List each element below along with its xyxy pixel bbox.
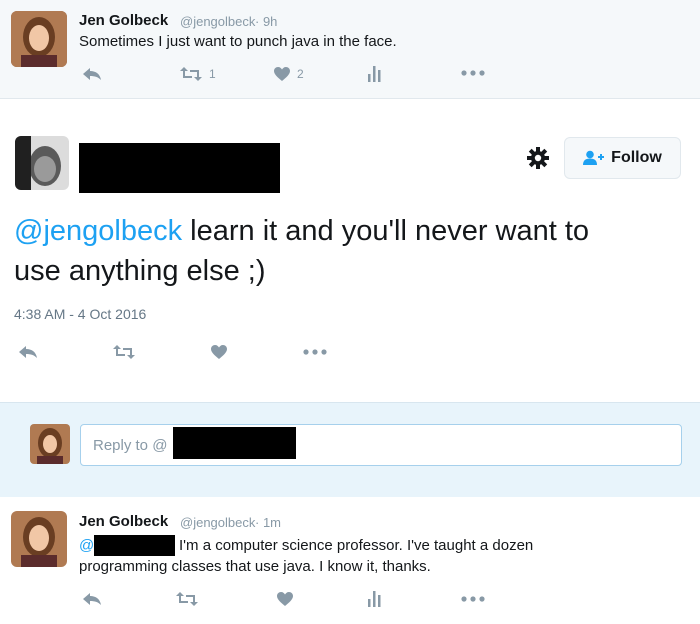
more-dots-icon	[303, 349, 327, 355]
reply-button[interactable]	[82, 591, 102, 607]
avatar-photo	[11, 511, 67, 567]
retweet-count: 1	[209, 67, 216, 81]
tweet-timestamp[interactable]: 4:38 AM - 4 Oct 2016	[14, 306, 146, 322]
heart-icon	[274, 67, 290, 81]
tweet-text-line2: programming classes that use java. I kno…	[79, 558, 431, 575]
like-count: 2	[297, 67, 304, 81]
analytics-icon	[368, 591, 381, 607]
mention-link[interactable]: @jengolbeck	[14, 215, 182, 247]
tweet-text-main: @jengolbeck learn it and you'll never wa…	[14, 211, 589, 291]
redacted-name	[79, 143, 280, 193]
mention-link[interactable]: @	[79, 537, 94, 554]
more-dots-icon	[461, 70, 485, 76]
reply-button[interactable]	[18, 344, 38, 360]
reply-icon	[19, 346, 37, 358]
redacted-handle	[173, 427, 296, 459]
avatar	[30, 424, 70, 464]
avatar[interactable]	[11, 11, 67, 67]
avatar[interactable]	[11, 511, 67, 567]
heart-icon	[277, 592, 293, 606]
author-name[interactable]: Jen Golbeck	[79, 513, 168, 530]
settings-button[interactable]	[526, 146, 550, 175]
author-handle[interactable]: @jengolbeck	[180, 14, 255, 29]
more-button[interactable]	[303, 349, 327, 355]
tweet-text-line1: learn it and you'll never want to	[182, 215, 590, 247]
analytics-icon	[368, 66, 381, 82]
add-user-icon	[583, 150, 605, 165]
retweet-button[interactable]	[175, 591, 199, 607]
more-button[interactable]	[461, 596, 485, 602]
tweet-time[interactable]: · 1m	[255, 515, 281, 530]
more-dots-icon	[461, 596, 485, 602]
tweet-time[interactable]: · 9h	[255, 14, 277, 29]
author-avatar[interactable]	[15, 136, 69, 190]
analytics-button[interactable]	[367, 589, 383, 607]
gear-icon	[527, 147, 549, 169]
retweet-icon	[113, 345, 135, 359]
author-handle[interactable]: @jengolbeck	[180, 515, 255, 530]
reply-button[interactable]	[82, 66, 102, 82]
follow-label: Follow	[611, 149, 662, 166]
follow-button[interactable]: Follow	[564, 137, 681, 179]
reply-icon	[83, 68, 101, 80]
more-button[interactable]	[461, 70, 485, 76]
heart-icon	[211, 345, 227, 359]
analytics-button[interactable]	[367, 64, 383, 82]
avatar-photo	[30, 424, 70, 464]
like-button[interactable]	[210, 344, 228, 360]
like-button[interactable]: 2	[273, 66, 304, 82]
avatar-photo	[11, 11, 67, 67]
author-name[interactable]: Jen Golbeck	[79, 12, 168, 29]
tweet-text-line2: use anything else ;)	[14, 255, 266, 287]
retweet-icon	[180, 67, 202, 81]
retweet-button[interactable]: 1	[179, 66, 216, 82]
like-button[interactable]	[276, 591, 294, 607]
tweet-text: Sometimes I just want to punch java in t…	[79, 33, 397, 50]
retweet-icon	[176, 592, 198, 606]
tweet-text-line1: I'm a computer science professor. I've t…	[179, 537, 534, 554]
redacted-mention	[94, 535, 175, 556]
retweet-button[interactable]	[112, 344, 136, 360]
reply-input[interactable]: Reply to @	[80, 424, 682, 466]
reply-placeholder: Reply to @	[93, 437, 168, 454]
reply-icon	[83, 593, 101, 605]
avatar-photo	[15, 136, 69, 190]
